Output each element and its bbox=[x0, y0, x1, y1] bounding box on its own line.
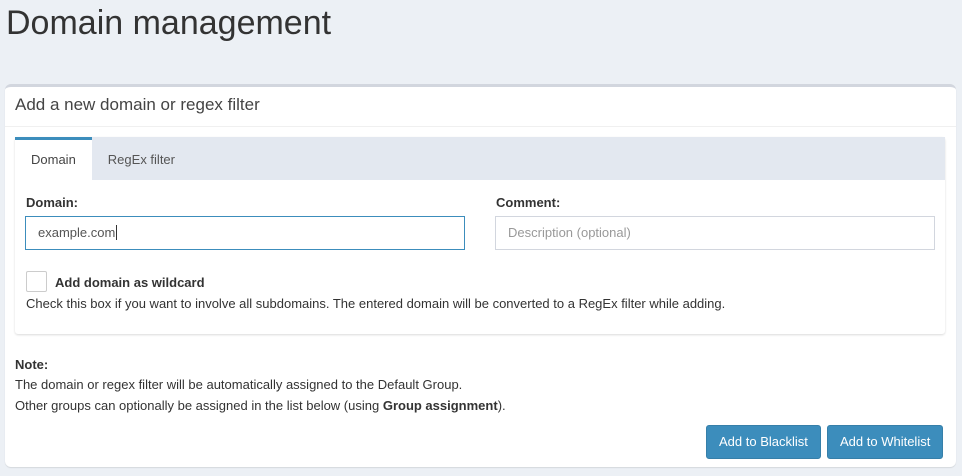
wildcard-label: Add domain as wildcard bbox=[55, 275, 205, 290]
add-to-whitelist-button[interactable]: Add to Whitelist bbox=[827, 425, 944, 459]
comment-label: Comment: bbox=[496, 195, 561, 210]
note-line-2: Other groups can optionally be assigned … bbox=[15, 398, 506, 413]
note-line-1: The domain or regex filter will be autom… bbox=[15, 377, 463, 392]
add-domain-card: Add a new domain or regex filter Domain … bbox=[5, 84, 956, 467]
wildcard-help: Check this box if you want to involve al… bbox=[26, 296, 726, 311]
note-title: Note: bbox=[15, 357, 49, 372]
comment-placeholder: Description (optional) bbox=[508, 225, 631, 240]
note-line-2-post: ). bbox=[497, 398, 506, 413]
wildcard-checkbox[interactable] bbox=[26, 271, 47, 292]
note-line-2-bold: Group assignment bbox=[382, 398, 498, 413]
tab-bar: Domain RegEx filter bbox=[15, 137, 945, 180]
tab-panel: Domain RegEx filter Domain: example.com … bbox=[15, 137, 945, 334]
tab-domain[interactable]: Domain bbox=[15, 137, 92, 180]
domain-label: Domain: bbox=[26, 195, 78, 210]
tab-regex-filter[interactable]: RegEx filter bbox=[92, 137, 191, 180]
domain-input[interactable]: example.com bbox=[25, 216, 465, 250]
domain-value: example.com bbox=[38, 225, 116, 240]
add-to-blacklist-button[interactable]: Add to Blacklist bbox=[706, 425, 821, 459]
page-title: Domain management bbox=[6, 4, 332, 42]
comment-input[interactable]: Description (optional) bbox=[495, 216, 935, 250]
card-title: Add a new domain or regex filter bbox=[5, 87, 956, 127]
note-line-2-pre: Other groups can optionally be assigned … bbox=[15, 398, 383, 413]
